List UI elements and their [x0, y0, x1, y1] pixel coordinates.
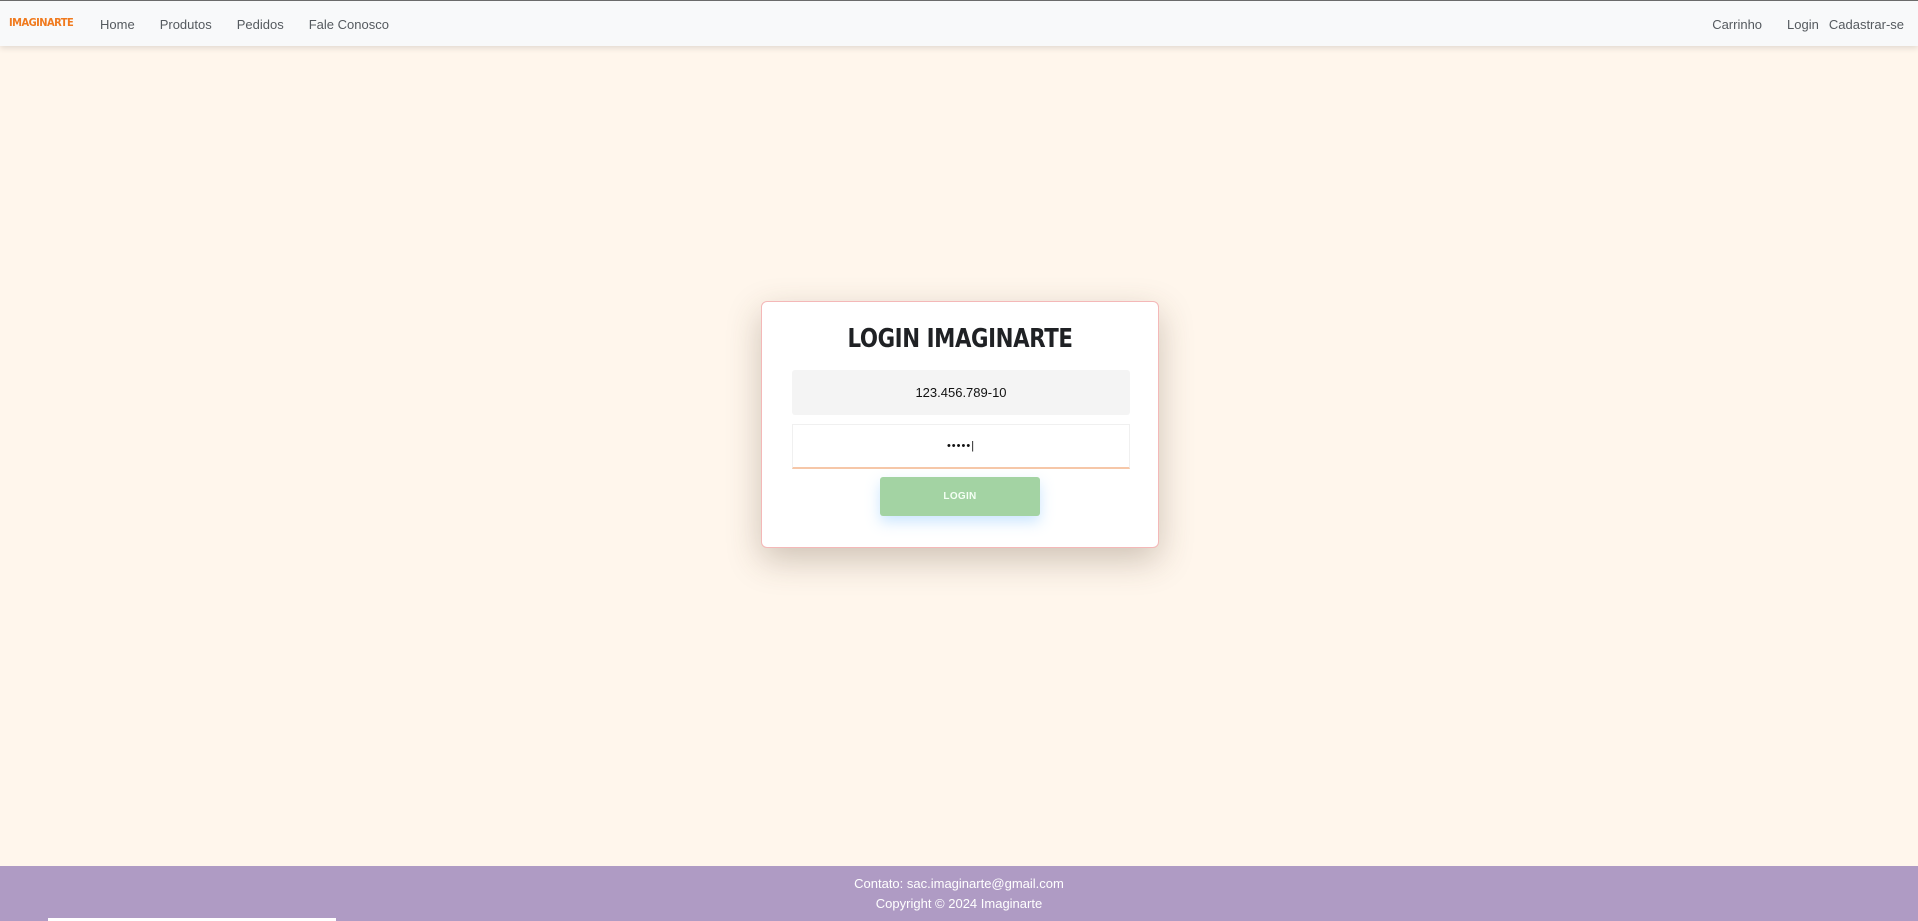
nav-carrinho-link[interactable]: Carrinho [1712, 17, 1762, 32]
primary-nav: Home Produtos Pedidos Fale Conosco [100, 1, 414, 47]
nav-produtos-link[interactable]: Produtos [160, 17, 212, 32]
login-button[interactable]: LOGIN [880, 477, 1040, 516]
top-navbar: IMAGINARTE Home Produtos Pedidos Fale Co… [0, 0, 1918, 46]
brand-logo-link[interactable]: IMAGINARTE [9, 16, 74, 29]
account-nav: Carrinho Login Cadastrar-se [1712, 1, 1904, 47]
cpf-input[interactable]: 123.456.789-10 [792, 370, 1130, 415]
login-title: LOGIN IMAGINARTE [847, 324, 1073, 354]
nav-home-link[interactable]: Home [100, 17, 135, 32]
nav-cadastrar-link[interactable]: Cadastrar-se [1829, 17, 1904, 32]
cpf-input-value: 123.456.789-10 [915, 385, 1007, 400]
nav-fale-conosco-link[interactable]: Fale Conosco [309, 17, 389, 32]
footer-copyright: Copyright © 2024 Imaginarte [875, 896, 1043, 911]
page-footer: Contato: sac.imaginarte@gmail.com Copyri… [0, 866, 1918, 921]
login-card: LOGIN IMAGINARTE 123.456.789-10 •••••| L… [761, 301, 1159, 548]
footer-contact: Contato: sac.imaginarte@gmail.com [854, 876, 1064, 891]
nav-login-link[interactable]: Login [1787, 17, 1819, 32]
password-input[interactable]: •••••| [792, 424, 1130, 469]
nav-pedidos-link[interactable]: Pedidos [237, 17, 284, 32]
password-input-value: •••••| [946, 440, 976, 452]
